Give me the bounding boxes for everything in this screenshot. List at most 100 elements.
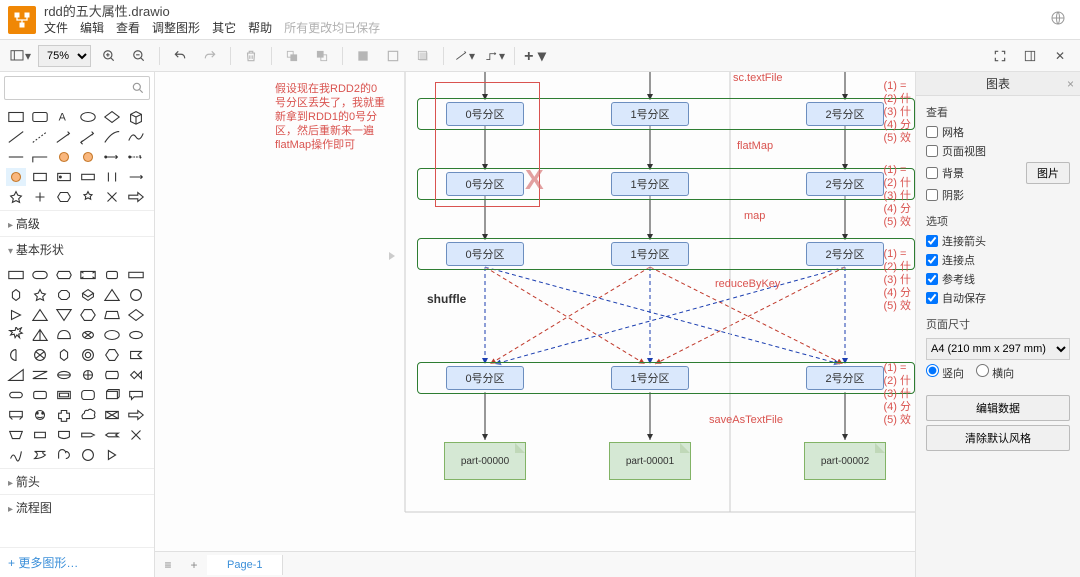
partition[interactable]: 0号分区 bbox=[446, 366, 524, 390]
bshape-14[interactable] bbox=[30, 306, 50, 324]
shape-elbow[interactable] bbox=[30, 148, 50, 166]
shape-star[interactable] bbox=[6, 188, 26, 206]
bshape-5[interactable] bbox=[102, 266, 122, 284]
to-back-button[interactable] bbox=[310, 44, 334, 68]
bshape-42[interactable] bbox=[126, 386, 146, 404]
shape-dotarrow2[interactable] bbox=[126, 148, 146, 166]
bshape-11[interactable] bbox=[102, 286, 122, 304]
bshape-44[interactable] bbox=[30, 406, 50, 424]
bshape-4[interactable] bbox=[78, 266, 98, 284]
panel-close-icon[interactable]: × bbox=[1067, 77, 1074, 91]
shape-card[interactable] bbox=[30, 168, 50, 186]
bshape-24[interactable] bbox=[126, 326, 146, 344]
bshape-17[interactable] bbox=[102, 306, 122, 324]
bshape-15[interactable] bbox=[54, 306, 74, 324]
shape-ellipse[interactable] bbox=[78, 108, 98, 126]
portrait-radio[interactable]: 竖向 bbox=[926, 364, 964, 381]
bshape-10[interactable] bbox=[78, 286, 98, 304]
shape-rect[interactable] bbox=[6, 108, 26, 126]
bshape-37[interactable] bbox=[6, 386, 26, 404]
bshape-39[interactable] bbox=[54, 386, 74, 404]
zoom-select[interactable]: 75% bbox=[38, 45, 91, 67]
bshape-20[interactable] bbox=[30, 326, 50, 344]
bshape-46[interactable] bbox=[78, 406, 98, 424]
bshape-43[interactable] bbox=[6, 406, 26, 424]
image-button[interactable]: 图片 bbox=[1026, 162, 1070, 184]
bshape-28[interactable] bbox=[78, 346, 98, 364]
page-size-select[interactable]: A4 (210 mm x 297 mm) bbox=[926, 338, 1070, 360]
globe-icon[interactable] bbox=[1050, 10, 1066, 29]
shape-dotarrow[interactable] bbox=[102, 148, 122, 166]
fullscreen-button[interactable] bbox=[988, 44, 1012, 68]
shape-dashline[interactable] bbox=[30, 128, 50, 146]
bshape-54[interactable] bbox=[126, 426, 146, 444]
shape-star2[interactable] bbox=[78, 188, 98, 206]
bshape-40[interactable] bbox=[78, 386, 98, 404]
bshape-59[interactable] bbox=[102, 446, 122, 464]
bshape-34[interactable] bbox=[78, 366, 98, 384]
partition[interactable]: 1号分区 bbox=[611, 172, 689, 196]
tab-menu-button[interactable]: ≡ bbox=[155, 558, 181, 572]
zoom-out-button[interactable] bbox=[127, 44, 151, 68]
bshape-18[interactable] bbox=[126, 306, 146, 324]
add-page-button[interactable]: + bbox=[181, 558, 207, 572]
view-mode-button[interactable]: ▾ bbox=[8, 44, 32, 68]
sidebar-section-advanced[interactable]: 高级 bbox=[0, 210, 154, 236]
shape-card2[interactable] bbox=[54, 168, 74, 186]
bshape-12[interactable] bbox=[126, 286, 146, 304]
insert-button[interactable]: + ▾ bbox=[523, 44, 547, 68]
bshape-35[interactable] bbox=[102, 366, 122, 384]
bshape-33[interactable] bbox=[54, 366, 74, 384]
bshape-3[interactable] bbox=[54, 266, 74, 284]
shape-hline[interactable] bbox=[6, 148, 26, 166]
partition[interactable]: 2号分区 bbox=[806, 242, 884, 266]
bshape-50[interactable] bbox=[30, 426, 50, 444]
file-title[interactable]: rdd的五大属性.drawio bbox=[44, 4, 1050, 20]
line-color-button[interactable] bbox=[381, 44, 405, 68]
output-file[interactable]: part-00000 bbox=[444, 442, 526, 480]
bshape-27[interactable] bbox=[54, 346, 74, 364]
shape-arrow2[interactable] bbox=[78, 128, 98, 146]
bshape-19[interactable] bbox=[6, 326, 26, 344]
shape-plus[interactable] bbox=[30, 188, 50, 206]
menu-file[interactable]: 文件 bbox=[44, 20, 68, 36]
menu-view[interactable]: 查看 bbox=[116, 20, 140, 36]
connect-arrows-checkbox[interactable]: 连接箭头 bbox=[926, 233, 1070, 249]
bshape-30[interactable] bbox=[126, 346, 146, 364]
pageview-checkbox[interactable]: 页面视图 bbox=[926, 143, 1070, 159]
background-checkbox[interactable]: 背景 bbox=[926, 165, 964, 181]
more-shapes-button[interactable]: + 更多图形… bbox=[0, 547, 154, 577]
shape-text[interactable]: A bbox=[54, 108, 74, 126]
menu-edit[interactable]: 编辑 bbox=[80, 20, 104, 36]
bshape-22[interactable] bbox=[78, 326, 98, 344]
bshape-9[interactable] bbox=[54, 286, 74, 304]
edit-data-button[interactable]: 编辑数据 bbox=[926, 395, 1070, 421]
partition[interactable]: 1号分区 bbox=[611, 102, 689, 126]
bshape-8[interactable] bbox=[30, 286, 50, 304]
grid-checkbox[interactable]: 网格 bbox=[926, 124, 1070, 140]
shape-hex[interactable] bbox=[54, 188, 74, 206]
bshape-31[interactable] bbox=[6, 366, 26, 384]
shape-diamond[interactable] bbox=[102, 108, 122, 126]
menu-help[interactable]: 帮助 bbox=[248, 20, 272, 36]
bshape-45[interactable] bbox=[54, 406, 74, 424]
shape-gear2[interactable] bbox=[78, 148, 98, 166]
format-panel-button[interactable] bbox=[1018, 44, 1042, 68]
bshape-49[interactable] bbox=[6, 426, 26, 444]
bshape-32[interactable] bbox=[30, 366, 50, 384]
shape-gear3[interactable] bbox=[6, 168, 26, 186]
close-panel-icon[interactable]: ✕ bbox=[1048, 44, 1072, 68]
bshape-47[interactable] bbox=[102, 406, 122, 424]
shape-roundrect[interactable] bbox=[30, 108, 50, 126]
shape-arrow-r[interactable] bbox=[126, 188, 146, 206]
canvas[interactable]: 假设现在我RDD2的0号分区丢失了，我就重新拿到RDD1的0号分区，然后重新来一… bbox=[155, 72, 915, 577]
bshape-16[interactable] bbox=[78, 306, 98, 324]
shape-search-input[interactable] bbox=[4, 76, 150, 100]
bshape-25[interactable] bbox=[6, 346, 26, 364]
bshape-1[interactable] bbox=[6, 266, 26, 284]
partition[interactable]: 1号分区 bbox=[611, 366, 689, 390]
zoom-in-button[interactable] bbox=[97, 44, 121, 68]
undo-button[interactable] bbox=[168, 44, 192, 68]
delete-button[interactable] bbox=[239, 44, 263, 68]
bshape-53[interactable] bbox=[102, 426, 122, 444]
